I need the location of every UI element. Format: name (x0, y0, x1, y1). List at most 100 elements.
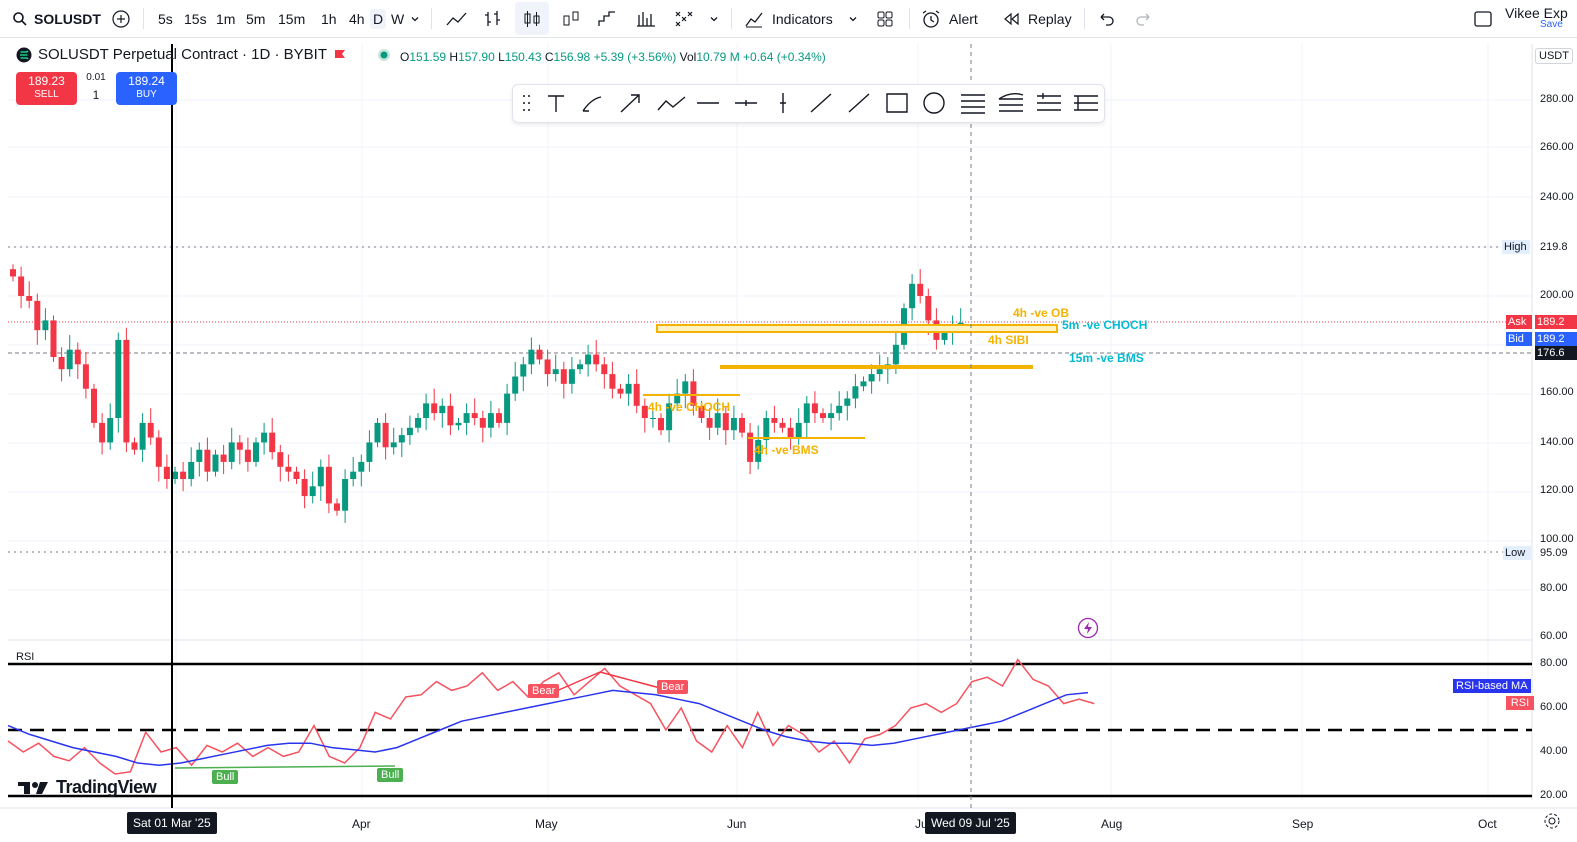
bull-divergence-label: Bull (377, 768, 404, 782)
indicators-dropdown[interactable] (848, 0, 858, 37)
candle-body (139, 422, 146, 450)
vertical-line-icon[interactable] (780, 93, 786, 113)
annotation-choch-4h[interactable]: 4h -ve CHOCH (648, 400, 730, 414)
candle-body (593, 354, 600, 365)
interval-1m[interactable]: 1m (213, 9, 238, 29)
candle-body (868, 374, 875, 382)
candle-body (528, 349, 535, 365)
replay-label: Replay (1028, 10, 1072, 27)
interval-15m[interactable]: 15m (275, 9, 308, 29)
candle-body (722, 413, 729, 431)
text-tool-icon[interactable] (548, 95, 564, 112)
search-icon (13, 11, 27, 26)
circle-tool-icon[interactable] (923, 92, 945, 114)
currency-button[interactable]: USDT (1535, 48, 1573, 64)
bars-button[interactable] (483, 0, 503, 37)
candle-body (406, 427, 413, 436)
spread-box[interactable]: 0.01 1 (80, 72, 112, 101)
cursor-date-right: Wed 09 Jul '25 (925, 812, 1016, 834)
buy-button[interactable]: 189.24 BUY (116, 72, 177, 105)
interval-5m[interactable]: 5m (243, 9, 268, 29)
candle-body (390, 442, 397, 448)
annotation-bms-15m[interactable]: 15m -ve BMS (1069, 351, 1144, 365)
interval-15s[interactable]: 15s (181, 9, 210, 29)
low-value: 150.43 (504, 50, 542, 64)
layouts-button[interactable] (876, 0, 894, 37)
user-menu[interactable]: Vikee Exp Save (1505, 5, 1568, 30)
interval-1h[interactable]: 1h (318, 9, 340, 29)
undo-button[interactable] (1097, 0, 1115, 37)
candle-body (633, 383, 640, 406)
pitchfork-icon[interactable] (1037, 93, 1061, 111)
annotation-bms-4h[interactable]: 4h -ve BMS (754, 443, 819, 457)
fib-retracement-icon[interactable] (961, 94, 985, 114)
gann-icon[interactable] (1074, 95, 1098, 111)
candle-body (844, 398, 851, 406)
candle-body (107, 418, 114, 443)
time-label: Sep (1292, 817, 1314, 831)
change-value: +5.39 (+3.56%) (593, 50, 677, 64)
price-chart[interactable] (0, 38, 1577, 842)
candle-body (795, 422, 802, 438)
rsi-tick: 60.00 (1540, 701, 1568, 713)
fullscreen-checkbox[interactable] (1473, 0, 1493, 37)
step-line-button[interactable] (597, 0, 617, 37)
candles-button[interactable] (515, 2, 549, 35)
annotation-ob-4h[interactable]: 4h -ve OB (1013, 306, 1069, 320)
compare-button[interactable] (112, 0, 130, 37)
candle-body (552, 369, 559, 375)
divider (909, 8, 910, 29)
brush-icon[interactable] (582, 96, 602, 112)
undo-icon (1100, 13, 1114, 26)
path-icon[interactable] (657, 96, 686, 111)
rsi-title[interactable]: RSI (16, 651, 34, 663)
alert-button[interactable]: Alert (921, 0, 978, 37)
indicators-button[interactable]: Indicators (744, 0, 833, 37)
replay-button[interactable]: Replay (1002, 0, 1072, 37)
candle-body (447, 405, 454, 426)
line-chart-button[interactable] (446, 0, 468, 37)
redo-icon (1136, 13, 1150, 26)
extended-line-icon[interactable] (848, 93, 870, 113)
low-label: L (498, 50, 505, 64)
settings-icon[interactable] (1543, 812, 1561, 835)
lightning-icon[interactable] (1077, 617, 1099, 644)
annotation-sibi-4h[interactable]: 4h SIBI (988, 333, 1029, 347)
columns-button[interactable] (636, 0, 656, 37)
candle-body (601, 364, 608, 375)
indicators-icon (745, 12, 763, 27)
sell-button[interactable]: 189.23 SELL (16, 72, 77, 105)
candle-body (285, 466, 292, 472)
candle-body (91, 388, 97, 423)
candle-body (649, 418, 656, 419)
candle-body (658, 418, 664, 431)
interval-4h[interactable]: 4h (346, 9, 368, 29)
tradingview-logo[interactable]: TradingView (18, 777, 157, 798)
hollow-candles-button[interactable] (561, 0, 581, 37)
candle-body (350, 471, 357, 479)
rectangle-icon[interactable] (886, 93, 908, 113)
price-tick: 200.00 (1540, 289, 1574, 301)
candle-body (196, 449, 203, 462)
interval-W[interactable]: W (388, 9, 407, 29)
candle-body (415, 418, 421, 428)
horizontal-ray-icon[interactable] (735, 100, 757, 106)
rsi-value-label: RSI (1506, 696, 1534, 710)
interval-dropdown[interactable] (410, 0, 420, 37)
trend-line-icon[interactable] (810, 93, 832, 113)
annotation-choch-5m[interactable]: 5m -ve CHOCH (1062, 318, 1147, 332)
legend-title[interactable]: SOLUSDT Perpetual Contract · 1D · BYBIT (38, 46, 327, 63)
price-scale[interactable]: USDT 280.00260.00240.00220.00200.00180.0… (1532, 38, 1577, 801)
more-chart-types[interactable] (674, 0, 694, 37)
interval-5s[interactable]: 5s (155, 9, 176, 29)
drag-handle-icon[interactable] (523, 95, 530, 111)
candles-icon (524, 10, 540, 27)
fib-extension-icon[interactable] (998, 92, 1024, 112)
arrow-icon[interactable] (620, 94, 640, 113)
redo-button[interactable] (1135, 0, 1153, 37)
symbol-search[interactable]: SOLUSDT (12, 0, 101, 37)
price-tick: 60.00 (1540, 630, 1568, 642)
flag-icon[interactable] (333, 48, 347, 62)
interval-D[interactable]: D (370, 8, 387, 29)
chart-type-dropdown[interactable] (709, 0, 719, 37)
